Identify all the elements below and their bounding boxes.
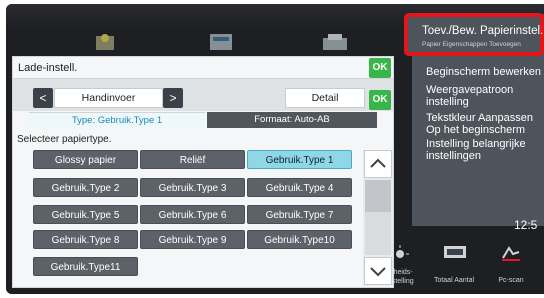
paper-type-scrollbar[interactable]: [363, 150, 393, 286]
paper-type-button[interactable]: Gebruik.Type10: [247, 230, 352, 249]
fax-icon: [323, 34, 347, 50]
bottom-label-totaal-aantal[interactable]: Totaal Aantal: [424, 276, 484, 285]
side-item-weergavepatroon[interactable]: Weergavepatroon instelling: [412, 84, 513, 108]
tray-name-field: Handinvoer: [54, 88, 163, 108]
ok-detail-button[interactable]: OK: [369, 90, 391, 110]
scroll-up-button[interactable]: [364, 150, 392, 178]
chevron-down-icon: [370, 267, 386, 277]
tab-format[interactable]: Formaat: Auto-AB: [207, 112, 377, 128]
side-item-papierinstel-sub: Papier Eigenschappen Toevoegen: [422, 41, 521, 48]
side-item-belangrijke-instellingen[interactable]: Instelling belangrijke instellingen: [412, 138, 526, 162]
scan-icon: [210, 34, 232, 50]
paper-type-button[interactable]: Gebruik.Type11: [33, 257, 138, 276]
tray-nav-row: < Handinvoer > Detail: [13, 79, 393, 111]
paper-type-button[interactable]: Gebruik.Type 4: [247, 178, 352, 197]
detail-button[interactable]: Detail: [285, 88, 365, 108]
next-tray-button[interactable]: >: [163, 88, 183, 108]
paper-type-button[interactable]: Glossy papier: [33, 150, 138, 169]
device-frame: Y handleiding machine erheids- instellin…: [0, 0, 544, 298]
paper-type-button[interactable]: Gebruik.Type 6: [140, 205, 245, 224]
paper-type-button[interactable]: Gebruik.Type 9: [140, 230, 245, 249]
bottom-label-pc-scan[interactable]: Pc-scan: [488, 276, 534, 285]
chevron-up-icon: [370, 158, 386, 168]
counter-icon[interactable]: [443, 244, 467, 260]
paper-type-button[interactable]: Gebruik.Type 2: [33, 178, 138, 197]
side-item-papierinstel-highlight[interactable]: Toev./Bew. Papierinstel. Papier Eigensch…: [404, 13, 544, 56]
ok-button[interactable]: OK: [369, 58, 391, 78]
tab-row: Type: Gebruik.Type 1 Formaat: Auto-AB: [13, 112, 393, 128]
pc-scan-icon[interactable]: [500, 244, 522, 262]
side-item-tekstkleur[interactable]: Tekstkleur Aanpassen Op het beginscherm: [412, 112, 533, 136]
previous-tray-button[interactable]: <: [33, 88, 53, 108]
scroll-thumb[interactable]: [365, 180, 391, 212]
scroll-down-button[interactable]: [364, 257, 392, 285]
clock: 12:5: [514, 218, 538, 232]
paper-type-button[interactable]: Gebruik.Type 7: [247, 205, 352, 224]
side-item-papierinstel-label: Toev./Bew. Papierinstel.: [422, 25, 544, 37]
paper-type-button[interactable]: Gebruik.Type 1: [247, 150, 352, 169]
copy-icon: [96, 34, 114, 50]
paper-type-button[interactable]: Gebruik.Type 5: [33, 205, 138, 224]
tray-settings-dialog: Lade-instell. OK < Handinvoer > Detail O…: [12, 56, 394, 288]
paper-type-button[interactable]: Gebruik.Type 3: [140, 178, 245, 197]
tab-type[interactable]: Type: Gebruik.Type 1: [29, 112, 205, 128]
dialog-title: Lade-instell.: [18, 62, 78, 74]
select-paper-type-prompt: Selecteer papiertype.: [17, 134, 112, 145]
paper-type-button[interactable]: Reliëf: [140, 150, 245, 169]
paper-type-button[interactable]: Gebruik.Type 8: [33, 230, 138, 249]
side-item-beginscherm-bewerken[interactable]: Beginscherm bewerken: [412, 66, 541, 78]
dialog-header: Lade-instell. OK: [13, 57, 393, 79]
